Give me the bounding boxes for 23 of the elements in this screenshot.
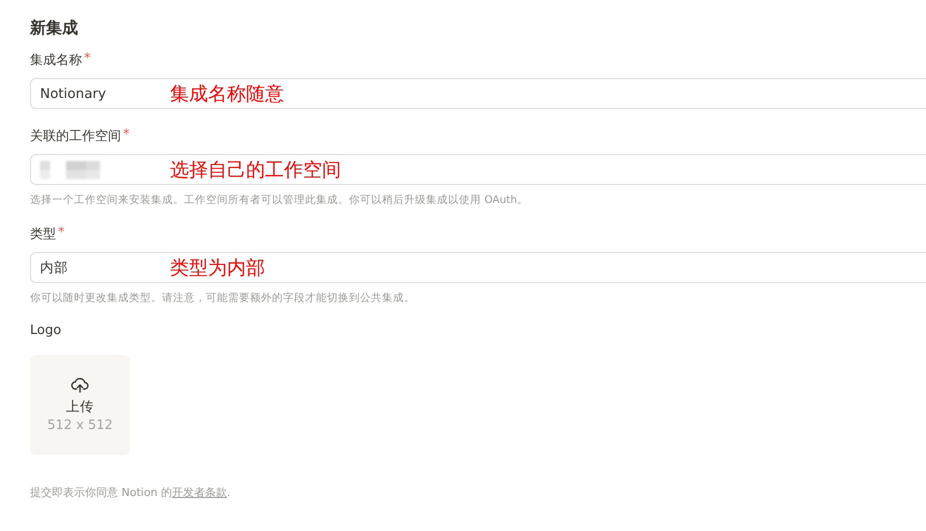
cloud-upload-icon xyxy=(71,377,89,393)
field-value: 内部 xyxy=(40,258,68,276)
upload-button[interactable]: 上传 512 x 512 xyxy=(30,355,130,455)
field-label: 类型 xyxy=(30,226,56,243)
required-mark: * xyxy=(84,51,90,66)
page-title: 新集成 xyxy=(30,18,79,39)
hint-text: 选择一个工作空间来安装集成。工作空间所有者可以管理此集成。你可以稍后升级集成以使用 OAuth。 xyxy=(30,193,530,207)
redacted-value-drawing xyxy=(40,158,102,180)
select-field[interactable]: 选择自己的工作空间 xyxy=(30,154,926,185)
annotation-text: 集成名称随意 xyxy=(170,82,284,107)
hint-text: 你可以随时更改集成类型。请注意，可能需要额外的字段才能切换到公共集成。 xyxy=(30,291,416,305)
required-mark: * xyxy=(123,127,130,142)
annotation-text: 选择自己的工作空间 xyxy=(170,158,341,183)
field-label: Logo xyxy=(30,323,62,338)
terms-text: 提交即表示你同意 Notion 的开发者条款. xyxy=(30,485,232,500)
size-text: 512 x 512 xyxy=(47,418,113,433)
field-label: 集成名称 xyxy=(30,52,82,69)
input-field[interactable]: 内部 类型为内部 xyxy=(30,252,926,283)
field-value: Notionary xyxy=(40,86,106,102)
annotation-text: 类型为内部 xyxy=(170,256,265,281)
field-label: 关联的工作空间 xyxy=(30,128,121,145)
input-field[interactable]: Notionary 集成名称随意 xyxy=(30,78,926,109)
required-mark: * xyxy=(58,225,64,240)
